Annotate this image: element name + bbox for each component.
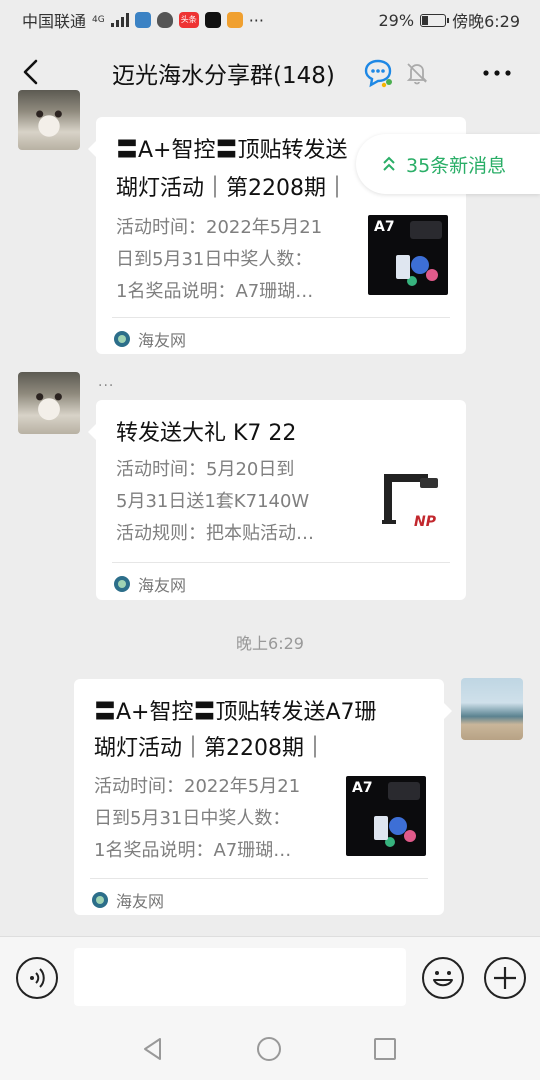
- source-icon: [114, 331, 130, 347]
- card-divider: [112, 562, 450, 563]
- circle-home-icon: [257, 1037, 281, 1061]
- card-title-line: 瑚灯活动｜第2208期｜: [116, 176, 348, 201]
- source-icon: [92, 892, 108, 908]
- timestamp: 晚上6:29: [236, 634, 304, 653]
- triangle-back-icon: [144, 1038, 161, 1060]
- double-chevron-up-icon: [383, 156, 395, 171]
- source-name: 海友网: [138, 331, 187, 350]
- security-icon: [156, 12, 173, 28]
- smiley-icon: [433, 971, 453, 987]
- nav-back-button[interactable]: [140, 1036, 166, 1062]
- nav-recent-button[interactable]: [372, 1036, 398, 1062]
- sender-avatar[interactable]: [18, 372, 80, 434]
- card-thumbnail: NP: [368, 464, 448, 544]
- sender-avatar[interactable]: [18, 90, 80, 150]
- card-source: 海友网: [92, 888, 164, 912]
- new-messages-label: 35条新消息: [406, 154, 507, 177]
- source-name: 海友网: [116, 892, 165, 911]
- back-button[interactable]: [14, 54, 50, 90]
- voice-button[interactable]: [16, 957, 58, 999]
- self-avatar[interactable]: [461, 678, 523, 740]
- card-desc-line: 日到5月31日中奖人数：: [94, 808, 291, 829]
- battery-icon: [420, 13, 450, 27]
- toutiao-icon: 头条: [178, 12, 199, 28]
- card-desc-line: 5月31日送1套K7140W: [116, 491, 310, 512]
- card-title-line: 〓A+智控〓顶贴转发送: [116, 138, 348, 163]
- card-desc-line: 活动规则：把本贴活动…: [116, 523, 314, 544]
- card-desc-line: 1名奖品说明：A7珊瑚…: [94, 840, 292, 861]
- speech-bubble-icon[interactable]: [362, 58, 394, 88]
- card-desc-line: 活动时间：2022年5月21: [116, 217, 323, 238]
- more-options-icon[interactable]: [480, 58, 514, 88]
- more-notifications: ···: [248, 10, 264, 30]
- square-recent-icon: [374, 1038, 396, 1060]
- card-divider: [90, 878, 428, 879]
- chat-title: 迈光海水分享群(148): [112, 63, 335, 89]
- status-right: 29% 傍晚6:29: [379, 8, 521, 32]
- card-divider: [112, 317, 450, 318]
- link-card-message[interactable]: 〓A+智控〓顶贴转发送A7珊 瑚灯活动｜第2208期｜ 活动时间：2022年5月…: [74, 679, 452, 915]
- chat-header: 迈光海水分享群(148): [0, 36, 540, 108]
- card-title-line: 转发送大礼 K7 22: [116, 421, 297, 446]
- card-title-line: 瑚灯活动｜第2208期｜: [94, 736, 326, 761]
- card-desc-line: 活动时间：5月20日到: [116, 459, 295, 480]
- clock: 傍晚6:29: [452, 12, 520, 31]
- card-source: 海友网: [114, 572, 186, 596]
- input-bar: [0, 936, 540, 1018]
- battery-fill: [422, 15, 429, 25]
- more-actions-button[interactable]: [484, 957, 526, 999]
- network-label: 4G: [92, 14, 105, 25]
- card-desc-line: 1名奖品说明：A7珊瑚…: [116, 281, 314, 302]
- sender-name: ...: [98, 374, 115, 390]
- card-desc-line: 日到5月31日中奖人数：: [116, 249, 313, 270]
- app-icon: [226, 12, 243, 28]
- status-left: 中国联通 4G 头条 ···: [22, 8, 264, 32]
- battery-percent: 29%: [378, 10, 415, 30]
- signal-icon: [110, 13, 129, 27]
- status-bar: 中国联通 4G 头条 ··· 29% 傍晚6:29: [0, 0, 540, 36]
- nav-home-button[interactable]: [256, 1036, 282, 1062]
- card-desc-line: 活动时间：2022年5月21: [94, 776, 301, 797]
- shield-app-icon: [134, 12, 151, 28]
- card-thumbnail: A7: [346, 776, 426, 856]
- emoji-button[interactable]: [422, 957, 464, 999]
- card-title-line: 〓A+智控〓顶贴转发送A7珊: [94, 700, 377, 725]
- system-nav-bar: [0, 1018, 540, 1080]
- carrier-label: 中国联通: [22, 12, 87, 31]
- new-messages-button[interactable]: 35条新消息: [356, 134, 540, 194]
- card-source: 海友网: [114, 327, 186, 351]
- thumbnail-label: NP: [414, 514, 436, 530]
- source-name: 海友网: [138, 576, 187, 595]
- message-input[interactable]: [74, 948, 406, 1006]
- chevron-left-icon: [23, 59, 38, 85]
- plus-icon: [494, 967, 516, 989]
- mute-bell-icon: [404, 60, 430, 86]
- link-card-message[interactable]: 转发送大礼 K7 22 活动时间：5月20日到 5月31日送1套K7140W 活…: [88, 400, 466, 600]
- source-icon: [114, 576, 130, 592]
- voice-icon: [30, 968, 45, 988]
- card-thumbnail: A7: [368, 215, 448, 295]
- tiktok-icon: [204, 12, 221, 28]
